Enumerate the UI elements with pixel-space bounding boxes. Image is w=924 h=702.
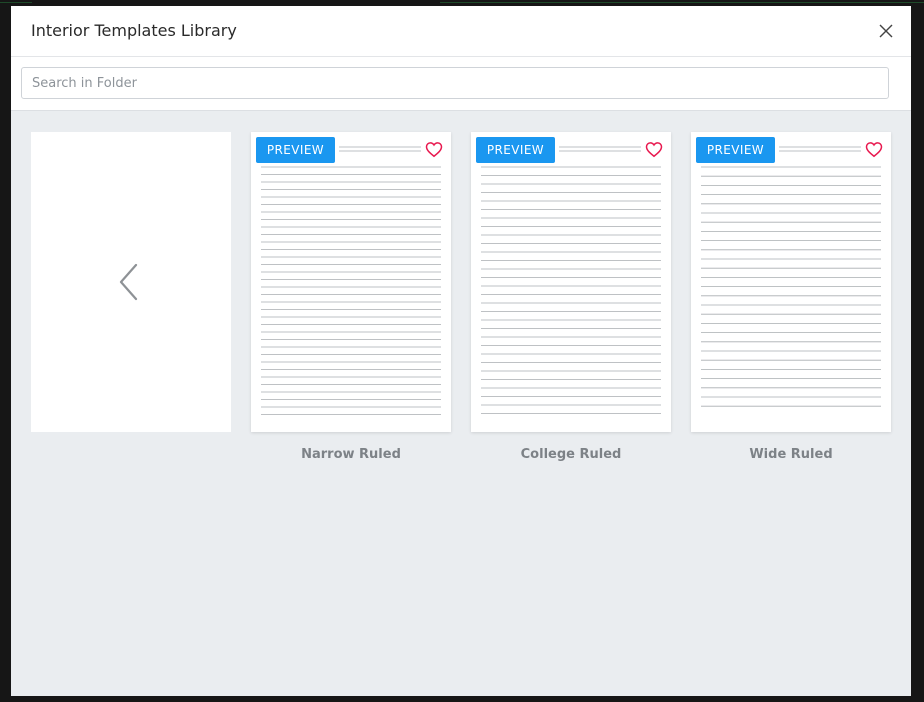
preview-button[interactable]: PREVIEW	[476, 137, 555, 163]
ruled-page-thumbnail	[701, 146, 881, 407]
previous-page-button[interactable]	[31, 132, 231, 432]
template-name: Narrow Ruled	[301, 447, 401, 462]
template-card[interactable]: PREVIEW	[691, 132, 891, 432]
template-narrow-ruled: PREVIEW Narrow Ruled	[251, 132, 451, 462]
chevron-left-icon	[119, 263, 138, 301]
ruled-page-thumbnail	[261, 146, 441, 415]
heart-outline-icon[interactable]	[865, 141, 883, 158]
search-input[interactable]	[21, 67, 889, 99]
dialog-header: Interior Templates Library	[11, 6, 911, 57]
preview-button[interactable]: PREVIEW	[696, 137, 775, 163]
template-college-ruled: PREVIEW College Ruled	[471, 132, 671, 462]
dialog-title: Interior Templates Library	[31, 21, 237, 40]
backdrop-divider-left	[0, 2, 32, 3]
backdrop-divider-right	[440, 2, 924, 3]
template-name: College Ruled	[520, 447, 622, 462]
preview-button[interactable]: PREVIEW	[256, 137, 335, 163]
template-name: Wide Ruled	[749, 447, 833, 462]
close-icon[interactable]	[877, 22, 895, 40]
template-card[interactable]: PREVIEW	[251, 132, 451, 432]
template-wide-ruled: PREVIEW Wide Ruled	[691, 132, 891, 462]
ruled-page-thumbnail	[481, 146, 661, 414]
template-card[interactable]: PREVIEW	[471, 132, 671, 432]
heart-outline-icon[interactable]	[645, 141, 663, 158]
heart-outline-icon[interactable]	[425, 141, 443, 158]
templates-library-dialog: Interior Templates Library PREVIEW Narro…	[11, 6, 911, 696]
search-bar	[11, 57, 911, 111]
